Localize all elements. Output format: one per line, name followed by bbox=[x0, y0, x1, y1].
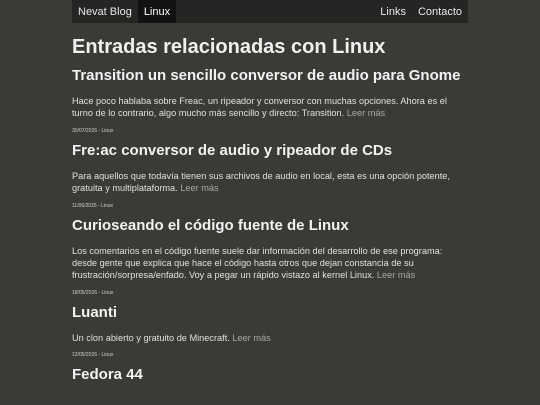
post-title[interactable]: Curioseando el código fuente de Linux bbox=[72, 216, 468, 235]
post-excerpt-text: Hace poco hablaba sobre Freac, un ripead… bbox=[72, 96, 447, 119]
post-item: Fre:ac conversor de audio y ripeador de … bbox=[72, 141, 468, 209]
post-title[interactable]: Transition un sencillo conversor de audi… bbox=[72, 66, 468, 85]
nav-link-contacto[interactable]: Contacto bbox=[412, 0, 468, 23]
read-more-link[interactable]: Leer más bbox=[347, 108, 385, 118]
post-item: Fedora 44 bbox=[72, 365, 468, 384]
page-title: Entradas relacionadas con Linux bbox=[72, 36, 386, 58]
post-title[interactable]: Fre:ac conversor de audio y ripeador de … bbox=[72, 141, 468, 160]
post-title[interactable]: Luanti bbox=[72, 303, 468, 322]
read-more-link[interactable]: Leer más bbox=[377, 270, 415, 280]
post-excerpt-text: Para aquellos que todavía tienen sus arc… bbox=[72, 170, 450, 194]
read-more-link[interactable]: Leer más bbox=[180, 183, 218, 193]
post-meta: 18/05/2026 - Linux bbox=[72, 289, 114, 296]
post-meta: 11/06/2026 - Linux bbox=[72, 202, 114, 209]
post-excerpt: Para aquellos que todavía tienen sus arc… bbox=[72, 170, 468, 195]
top-navbar: Nevat Blog Linux Links Contacto bbox=[72, 0, 468, 23]
nav-spacer bbox=[176, 0, 374, 23]
post-item: Transition un sencillo conversor de audi… bbox=[72, 66, 468, 134]
post-title[interactable]: Fedora 44 bbox=[72, 365, 468, 384]
post-excerpt: Hace poco hablaba sobre Freac, un ripead… bbox=[72, 95, 468, 120]
post-item: Luanti Un clon abierto y gratuito de Min… bbox=[72, 303, 468, 358]
brand-link[interactable]: Nevat Blog bbox=[72, 0, 138, 23]
nav-tab-linux[interactable]: Linux bbox=[137, 0, 177, 23]
post-excerpt-text: Un clon abierto y gratuito de Minecraft. bbox=[72, 332, 230, 343]
read-more-link[interactable]: Leer más bbox=[232, 333, 270, 343]
nav-link-links[interactable]: Links bbox=[374, 0, 412, 23]
post-excerpt: Los comentarios en el código fuente suel… bbox=[72, 245, 468, 282]
post-excerpt: Un clon abierto y gratuito de Minecraft.… bbox=[72, 332, 468, 344]
page-container: Nevat Blog Linux Links Contacto Entradas… bbox=[72, 0, 468, 384]
post-meta: 30/07/2026 - Linux bbox=[72, 127, 114, 134]
post-meta: 12/05/2026 - Linux bbox=[72, 352, 114, 359]
post-item: Curioseando el código fuente de Linux Lo… bbox=[72, 216, 468, 296]
